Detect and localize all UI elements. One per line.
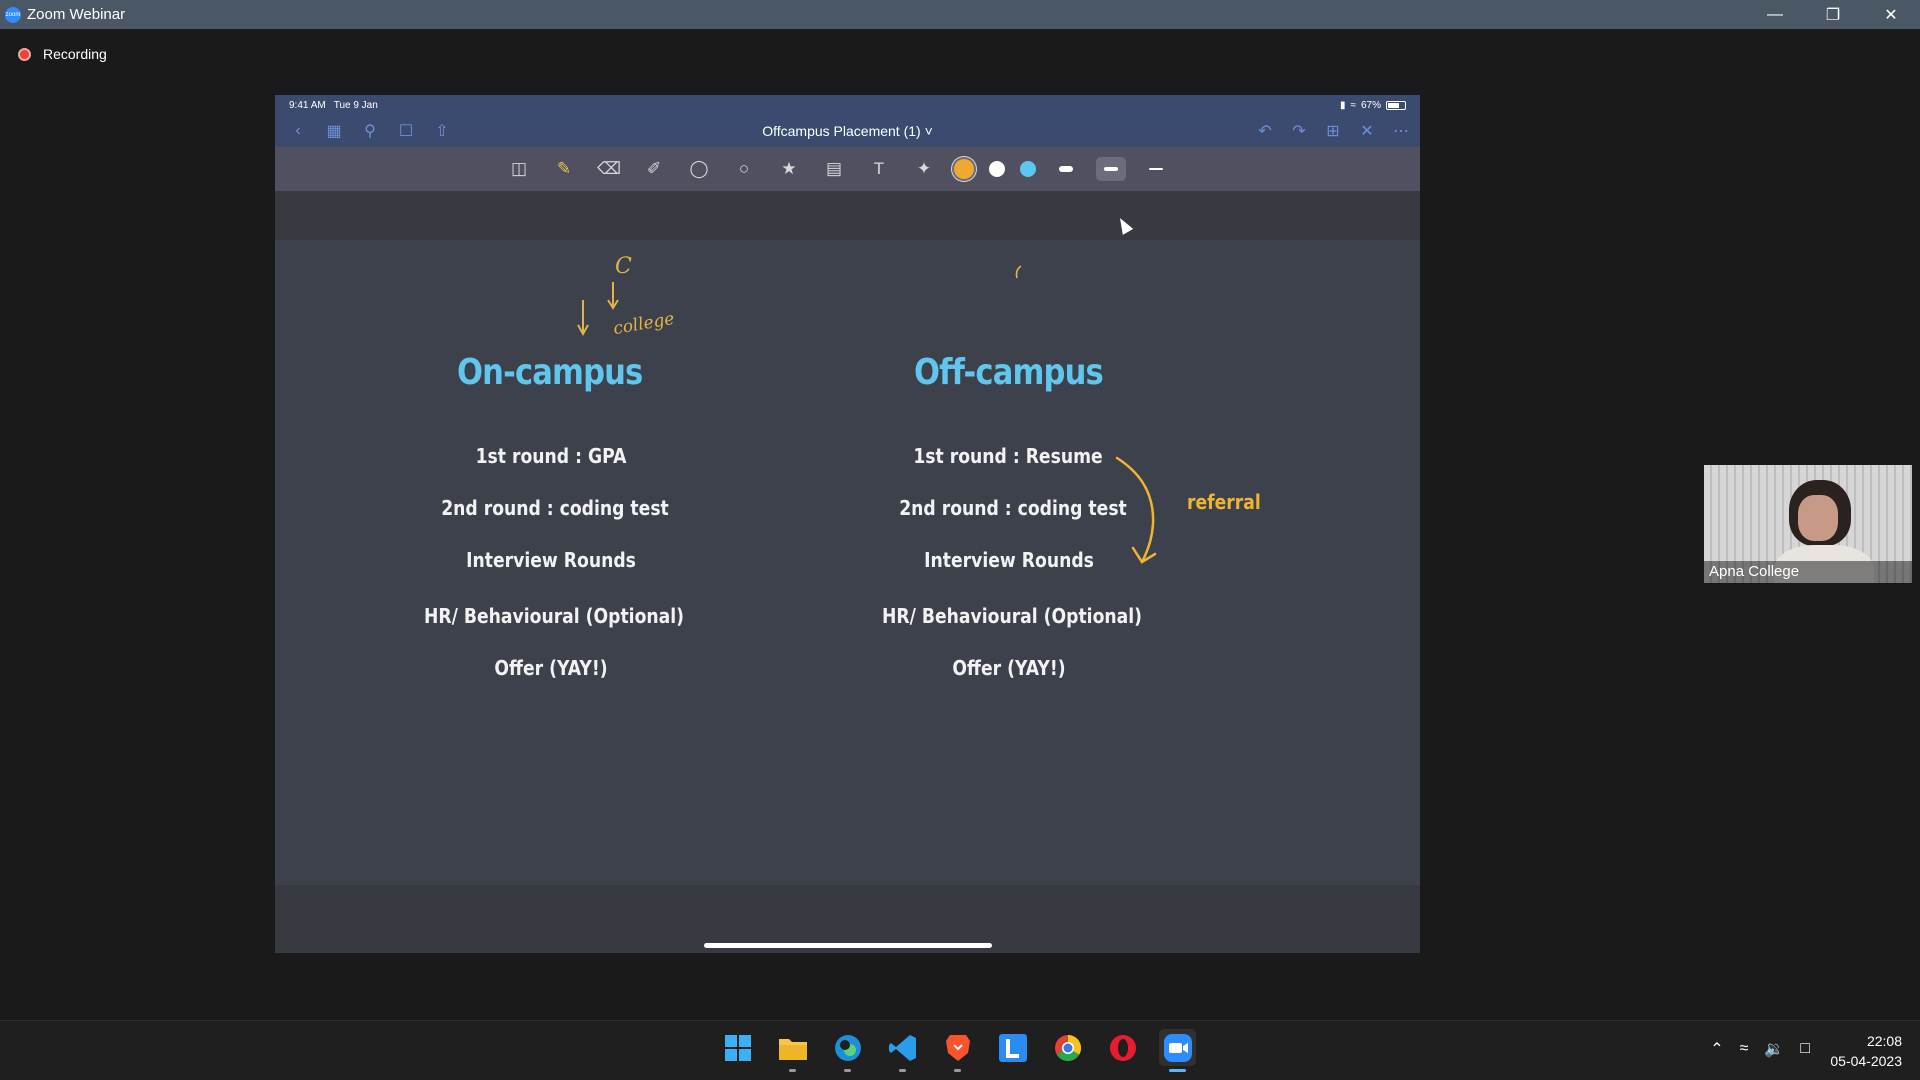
more-icon[interactable]: ⋯ xyxy=(1390,120,1412,142)
stroke-medium-button[interactable] xyxy=(1096,157,1126,181)
participant-video[interactable]: Apna College xyxy=(1704,465,1912,583)
shared-screen: 9:41 AM Tue 9 Jan ▮ ≈ 67% ‹ ▦ ⚲ ☐ ⇧ Offc… xyxy=(275,95,1420,953)
color-swatch-blue[interactable] xyxy=(1020,161,1036,177)
home-indicator[interactable] xyxy=(704,943,992,948)
add-page-icon[interactable]: ⊞ xyxy=(1322,120,1344,142)
ipad-status-bar: 9:41 AM Tue 9 Jan ▮ ≈ 67% xyxy=(275,95,1420,115)
recording-label: Recording xyxy=(43,46,107,62)
zoom-logo-icon: zoom xyxy=(5,6,21,23)
wifi-icon[interactable]: ≈ xyxy=(1740,1040,1749,1058)
participant-name: Apna College xyxy=(1704,561,1912,583)
on-campus-item: HR/ Behavioural (Optional) xyxy=(423,604,685,628)
edge-icon xyxy=(834,1034,861,1061)
windows-icon xyxy=(724,1034,751,1061)
image-icon[interactable]: ▤ xyxy=(819,154,849,184)
off-campus-item: HR/ Behavioural (Optional) xyxy=(881,604,1143,628)
note-page[interactable]: C college On-campus 1st round : GPA 2nd … xyxy=(275,240,1420,885)
stroke-thin-button[interactable] xyxy=(1141,157,1171,181)
l-app-button[interactable] xyxy=(994,1029,1031,1066)
file-explorer-button[interactable] xyxy=(774,1029,811,1072)
folder-icon xyxy=(778,1038,807,1060)
battery-icon xyxy=(1386,100,1406,110)
start-button[interactable] xyxy=(719,1029,756,1066)
handwritten-stroke xyxy=(1015,265,1022,279)
system-tray: ⌃ ≈ 🔉 □ xyxy=(1710,1039,1810,1059)
edge-button[interactable] xyxy=(829,1029,866,1072)
close-icon[interactable]: ✕ xyxy=(1862,0,1920,29)
toolbar-gap xyxy=(275,191,1420,240)
clock-date: 05-04-2023 xyxy=(1830,1053,1902,1069)
taskbar: ⌃ ≈ 🔉 □ 22:08 05-04-2023 xyxy=(0,1020,1920,1080)
volume-icon[interactable]: 🔉 xyxy=(1764,1039,1784,1059)
battery-percent: 67% xyxy=(1360,99,1381,111)
signal-icon: ▮ xyxy=(1339,99,1346,111)
vscode-button[interactable] xyxy=(884,1029,921,1072)
wifi-icon: ≈ xyxy=(1350,99,1356,111)
lasso-icon[interactable]: ○ xyxy=(729,154,759,184)
eraser-icon[interactable]: ⌫ xyxy=(594,154,624,184)
window-title: Zoom Webinar xyxy=(27,6,126,23)
sticker-icon[interactable]: ★ xyxy=(774,154,804,184)
opera-icon xyxy=(1109,1034,1136,1061)
text-icon[interactable]: T xyxy=(864,154,894,184)
brave-icon xyxy=(945,1034,970,1061)
close-document-icon[interactable]: ✕ xyxy=(1356,120,1378,142)
pen-icon[interactable]: ✎ xyxy=(549,154,579,184)
chrome-icon xyxy=(1054,1034,1081,1061)
off-campus-item: Offer (YAY!) xyxy=(952,656,1066,680)
brave-button[interactable] xyxy=(939,1029,976,1072)
on-campus-item: Offer (YAY!) xyxy=(494,656,608,680)
on-campus-item: 2nd round : coding test xyxy=(441,496,669,520)
on-campus-item: Interview Rounds xyxy=(466,548,636,572)
window-titlebar: zoom Zoom Webinar — ❐ ✕ xyxy=(0,0,1920,29)
handwritten-c: C xyxy=(615,254,632,279)
referral-label: referral xyxy=(1187,490,1261,514)
chrome-button[interactable] xyxy=(1049,1029,1086,1066)
reader-mode-icon[interactable]: ◫ xyxy=(504,154,534,184)
opera-button[interactable] xyxy=(1104,1029,1141,1066)
laser-pointer-icon[interactable]: ✦ xyxy=(909,154,939,184)
vscode-icon xyxy=(888,1034,916,1061)
minimize-icon[interactable]: — xyxy=(1746,0,1804,29)
highlighter-icon[interactable]: ✐ xyxy=(639,154,669,184)
record-dot-icon xyxy=(18,47,31,61)
notes-navbar: ‹ ▦ ⚲ ☐ ⇧ Offcampus Placement (1) ˅ ↶ ↷ … xyxy=(275,115,1420,147)
recording-indicator[interactable]: Recording xyxy=(18,46,107,62)
color-swatch-orange[interactable] xyxy=(954,159,974,179)
on-campus-item: 1st round : GPA xyxy=(475,444,627,468)
undo-icon[interactable]: ↶ xyxy=(1254,120,1276,142)
chevron-up-icon[interactable]: ⌃ xyxy=(1710,1039,1723,1059)
color-swatch-white[interactable] xyxy=(989,161,1005,177)
taskbar-clock[interactable]: 22:08 05-04-2023 xyxy=(1830,1031,1902,1071)
restore-icon[interactable]: ❐ xyxy=(1804,0,1862,29)
drawing-toolbar: ◫ ✎ ⌫ ✐ ◯ ○ ★ ▤ T ✦ xyxy=(275,147,1420,191)
battery-charging-icon[interactable]: □ xyxy=(1800,1040,1810,1058)
document-title[interactable]: Offcampus Placement (1) ˅ xyxy=(275,123,1420,139)
redo-icon[interactable]: ↷ xyxy=(1288,120,1310,142)
shapes-icon[interactable]: ◯ xyxy=(684,154,714,184)
window-controls: — ❐ ✕ xyxy=(1746,0,1920,29)
on-campus-heading: On-campus xyxy=(457,352,643,393)
l-app-icon xyxy=(998,1033,1027,1062)
status-date: Tue 9 Jan xyxy=(333,99,378,111)
stroke-thick-button[interactable] xyxy=(1051,157,1081,181)
status-time: 9:41 AM xyxy=(289,99,326,111)
zoom-icon xyxy=(1163,1033,1192,1062)
clock-time: 22:08 xyxy=(1866,1033,1902,1049)
off-campus-heading: Off-campus xyxy=(914,352,1104,393)
zoom-button[interactable] xyxy=(1159,1029,1196,1072)
referral-arrow xyxy=(1115,456,1157,564)
